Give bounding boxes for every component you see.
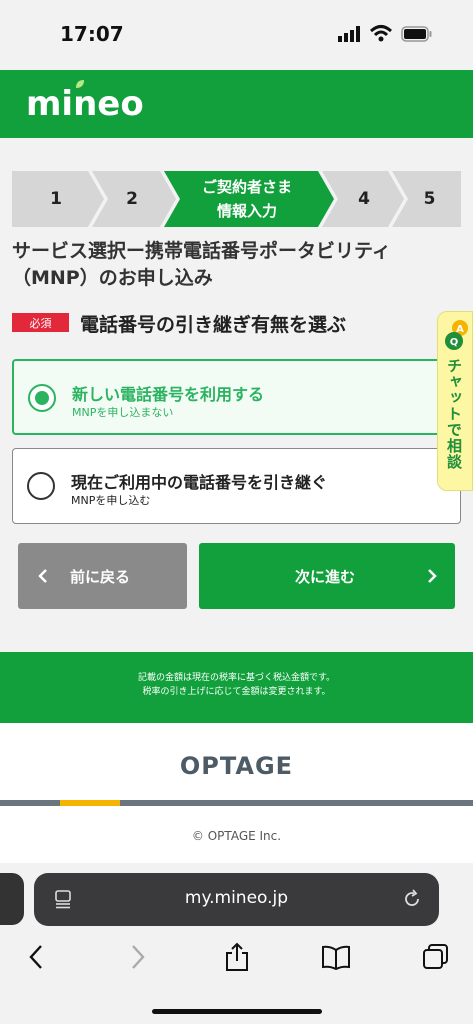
page-title-line1: サービス選択ー携帯電話番号ポータビリティ [12, 240, 391, 262]
bookmarks-icon[interactable] [321, 942, 351, 972]
back-label: 前に戻る [70, 567, 131, 586]
tax-note: 記載の金額は現在の税率に基づく税込金額です。 税率の引き上げに応じて金額は変更さ… [0, 671, 473, 699]
wifi-icon [370, 25, 392, 42]
forward-nav-icon[interactable] [122, 942, 152, 972]
chat-consult-tab[interactable]: A Q チャットで相談 [437, 311, 473, 491]
next-button[interactable]: 次に進む [199, 543, 455, 609]
page-title: サービス選択ー携帯電話番号ポータビリティ （MNP）のお申し込み [12, 238, 412, 292]
battery-icon [401, 26, 432, 42]
previous-tab-stub[interactable] [0, 873, 24, 925]
chat-bubble-icon: A Q [445, 320, 468, 350]
step-current-line2: 情報入力 [216, 202, 277, 220]
section-title: 電話番号の引き継ぎ有無を選ぶ [80, 314, 347, 336]
logo-text: mineo [26, 84, 144, 124]
back-button[interactable]: 前に戻る [18, 543, 187, 609]
option-label: 現在ご利用中の電話番号を引き継ぐ [71, 473, 328, 492]
chat-label: チャットで相談 [445, 358, 463, 470]
logo-leaf-icon [76, 80, 84, 88]
progress-steps: 1 2 ご契約者さま 情報入力 4 5 [12, 171, 461, 227]
chevron-right-icon [428, 569, 437, 583]
signal-icon [338, 26, 360, 42]
step-current: ご契約者さま 情報入力 [172, 171, 322, 227]
option-sublabel: MNPを申し込まない [72, 406, 174, 419]
radio-unselected[interactable] [27, 472, 55, 500]
mineo-logo[interactable]: mineo [26, 80, 144, 124]
address-bar[interactable]: my.mineo.jp [34, 873, 439, 926]
step-4: 4 [358, 189, 370, 209]
svg-text:Q: Q [450, 337, 459, 348]
share-icon[interactable] [222, 942, 252, 972]
tax-note-line2: 税率の引き上げに応じて金額は変更されます。 [142, 687, 331, 697]
back-nav-icon[interactable] [22, 942, 52, 972]
copyright: © OPTAGE Inc. [191, 829, 282, 843]
step-2: 2 [126, 189, 138, 209]
chevron-left-icon [38, 569, 47, 583]
step-current-line1: ご契約者さま [201, 178, 292, 196]
tabs-icon[interactable] [421, 942, 451, 972]
required-badge: 必須 [12, 313, 69, 332]
option-new-number[interactable]: 新しい電話番号を利用する MNPを申し込まない [12, 359, 461, 435]
option-label: 新しい電話番号を利用する [72, 385, 265, 404]
tax-note-line1: 記載の金額は現在の税率に基づく税込金額です。 [137, 673, 336, 683]
home-indicator [152, 1009, 322, 1014]
optage-logo[interactable]: OPTAGE [0, 752, 473, 780]
page-title-line2: （MNP）のお申し込み [12, 267, 213, 289]
next-label: 次に進む [295, 567, 356, 586]
reload-icon[interactable] [402, 889, 422, 909]
status-bar: 17:07 [0, 0, 473, 70]
step-5: 5 [423, 189, 436, 209]
option-sublabel: MNPを申し込む [71, 494, 151, 507]
url-text: my.mineo.jp [184, 888, 289, 908]
option-keep-number[interactable]: 現在ご利用中の電話番号を引き継ぐ MNPを申し込む [12, 448, 461, 524]
step-1: 1 [50, 189, 62, 209]
radio-selected[interactable] [28, 384, 56, 412]
status-time: 17:07 [60, 22, 124, 46]
footer-stripe-accent [60, 800, 120, 806]
